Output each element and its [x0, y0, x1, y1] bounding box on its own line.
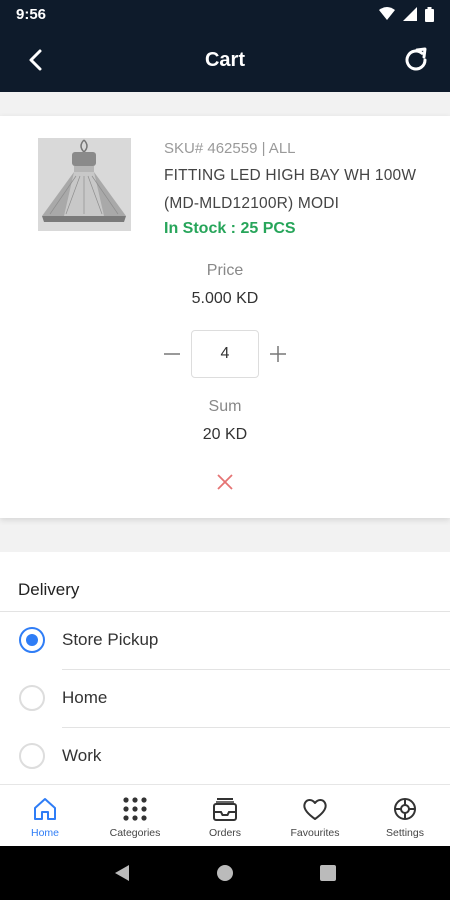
product-name[interactable]: FITTING LED HIGH BAY WH 100W (MD-MLD1210…: [164, 162, 434, 218]
sum-value: 20 KD: [202, 426, 248, 443]
tab-categories[interactable]: Categories: [90, 785, 180, 846]
remove-item-icon[interactable]: [215, 472, 235, 492]
status-bar: 9:56: [0, 0, 450, 28]
wifi-icon: [379, 7, 395, 20]
sum-label: Sum: [208, 398, 242, 415]
gear-icon: [394, 798, 416, 820]
increase-quantity-button[interactable]: [267, 342, 290, 366]
grid-dots-icon: [123, 797, 147, 821]
tab-home[interactable]: Home: [0, 785, 90, 846]
radio-unselected[interactable]: [19, 743, 45, 769]
tab-label: Categories: [109, 827, 161, 839]
tab-orders[interactable]: Orders: [180, 785, 270, 846]
delivery-option-store-pickup[interactable]: Store Pickup: [0, 611, 450, 669]
cellular-signal-icon: [403, 7, 417, 21]
product-sku: SKU# 462559 | ALL: [164, 140, 296, 157]
battery-icon: [425, 6, 434, 22]
delivery-option-label: Work: [62, 746, 102, 765]
stock-status: In Stock : 25 PCS: [164, 220, 296, 237]
tab-favourites[interactable]: Favourites: [270, 785, 360, 846]
home-icon: [34, 798, 56, 820]
tab-label: Orders: [208, 827, 242, 839]
nav-back-icon[interactable]: [113, 863, 131, 883]
price-value: 5.000 KD: [191, 290, 259, 307]
divider: [0, 611, 450, 612]
delivery-option-home[interactable]: Home: [0, 669, 450, 727]
decrease-quantity-button[interactable]: [160, 342, 183, 366]
delivery-section: Delivery Store Pickup Home Work: [0, 552, 450, 784]
bottom-tab-bar: Home Categories Orders Favourites Settin…: [0, 784, 450, 846]
delivery-option-label: Home: [62, 688, 108, 707]
delivery-option-work[interactable]: Work: [0, 727, 450, 785]
inbox-tray-icon: [213, 798, 237, 821]
quantity-stepper: 4: [160, 330, 290, 378]
radio-selected[interactable]: [19, 627, 45, 653]
back-arrow-icon[interactable]: [22, 46, 50, 74]
heart-icon: [303, 799, 327, 820]
delivery-title: Delivery: [18, 580, 80, 599]
refresh-icon[interactable]: [400, 44, 432, 76]
tab-settings[interactable]: Settings: [360, 785, 450, 846]
page-title: Cart: [204, 48, 245, 71]
divider: [62, 669, 450, 670]
radio-unselected[interactable]: [19, 685, 45, 711]
high-bay-lamp-image: [38, 138, 131, 231]
price-label: Price: [206, 262, 244, 279]
plus-icon: [270, 346, 287, 362]
system-navigation-bar: [0, 846, 450, 900]
nav-home-icon[interactable]: [216, 864, 234, 882]
divider: [62, 727, 450, 728]
product-image[interactable]: [38, 138, 131, 231]
status-time: 9:56: [16, 5, 47, 23]
tab-label: Settings: [386, 827, 424, 839]
tab-label: Home: [30, 827, 59, 839]
quantity-field[interactable]: 4: [191, 330, 259, 378]
app-bar: Cart: [0, 28, 450, 92]
delivery-option-label: Store Pickup: [62, 630, 159, 649]
minus-icon: [163, 353, 180, 355]
nav-recents-icon[interactable]: [319, 864, 337, 882]
cart-item-card: SKU# 462559 | ALL FITTING LED HIGH BAY W…: [0, 116, 450, 518]
tab-label: Favourites: [290, 827, 340, 839]
status-icons: [379, 6, 434, 22]
